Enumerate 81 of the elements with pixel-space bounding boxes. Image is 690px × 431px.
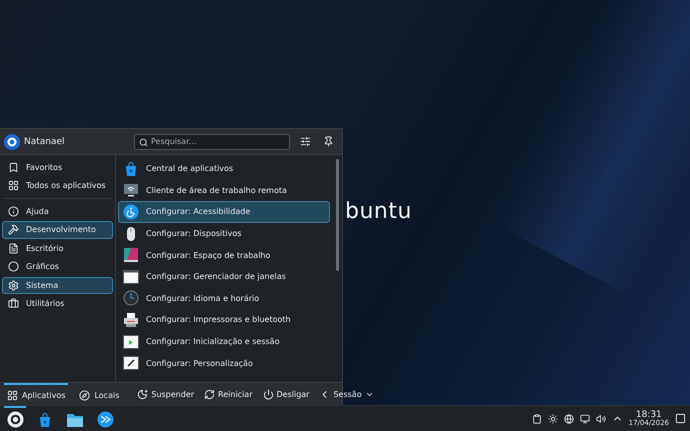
app-label: Central de aplicativos [146,164,234,174]
category-item[interactable]: Favoritos [2,158,113,176]
info-icon [8,206,19,217]
avatar-icon [4,134,20,150]
category-item[interactable]: Sistema [2,276,113,294]
search-icon [139,138,148,146]
clock-time[interactable]: 18:31 [636,410,662,420]
app-item[interactable]: Configurar: Personalização [118,352,330,374]
pen-window-icon [123,355,139,372]
compass-icon [79,390,90,400]
category-item[interactable]: Ajuda [2,202,113,220]
gear-logo-icon [6,411,24,428]
app-label: Configurar: Personalização [146,358,253,368]
moon-icon [137,388,148,400]
window-icon [123,268,139,285]
category-label: Favoritos [26,162,62,172]
power-button[interactable]: Reiniciar [201,388,256,400]
app-label: Configurar: Gerenciador de janelas [146,272,286,282]
app-item[interactable]: Configurar: Gerenciador de janelas [118,266,330,288]
app-label: Configurar: Impressoras e bluetooth [146,315,291,324]
category-item[interactable]: Desenvolvimento [2,221,113,238]
app-item[interactable]: Central de aplicativos [118,158,330,180]
app-label: Configurar: Espaço de trabalho [146,250,270,260]
folder-icon [66,412,84,428]
toolbox-icon [8,298,19,310]
clock-icon [123,290,139,306]
show-desktop-icon[interactable] [675,413,686,424]
category-label: Ajuda [26,206,49,216]
app-item[interactable]: Configurar: Inicialização e sessão [118,330,330,352]
gear-icon [8,280,19,291]
user-name: Natanael [24,136,66,146]
category-label: Gráficos [26,262,59,272]
remote-desktop-icon [123,182,139,198]
power-icon [262,388,274,400]
power-button[interactable]: Sessão [316,388,377,400]
power-button[interactable]: Desligar [260,388,312,400]
launcher-tab[interactable]: Locais [76,382,122,405]
app-item[interactable]: Cliente de área de trabalho remota [118,180,330,202]
restart-icon [204,388,216,400]
app-label: Configurar: Acessibilidade [146,207,250,216]
document-icon [8,242,19,254]
brightness-icon[interactable] [548,414,558,424]
app-item[interactable]: Configurar: Espaço de trabalho [118,244,330,266]
bookmark-icon [8,162,19,173]
printer-icon [123,312,139,328]
category-label: Escritório [26,244,64,253]
remote-icon [96,411,114,428]
app-label: Cliente de área de trabalho remota [146,186,287,195]
category-label: Sistema [26,280,58,290]
workspace-icon [123,247,139,264]
app-label: Configurar: Idioma e horário [146,294,260,303]
wallpaper-logo-text: buntu [345,201,412,223]
grid-icon [7,390,18,400]
hammer-icon [8,224,19,236]
category-label: Utilitários [26,299,64,308]
category-item[interactable]: Todos os aplicativos [2,177,113,194]
app-item[interactable]: Configurar: Impressoras e bluetooth [118,309,330,331]
shopping-bag-icon [123,160,139,177]
power-button[interactable]: Suspender [134,388,198,400]
app-item[interactable]: Configurar: Acessibilidade [118,201,330,223]
app-label: Configurar: Dispositivos [146,229,242,238]
settings-button[interactable] [298,134,313,149]
scrollbar-thumb[interactable] [336,159,339,271]
clipboard-icon[interactable] [532,414,542,424]
category-item[interactable]: Escritório [2,240,113,257]
app-label: Configurar: Inicialização e sessão [146,337,280,346]
grid-icon [8,180,19,192]
category-label: Todos os aplicativos [26,181,106,190]
search-field[interactable]: Pesquisar... [134,134,290,150]
app-item[interactable]: Configurar: Idioma e horário [118,288,330,310]
accessibility-icon [123,204,139,220]
volume-icon[interactable] [596,414,606,424]
category-item[interactable]: Utilitários [2,295,113,312]
play-window-icon [123,334,139,350]
category-item[interactable]: Gráficos [2,258,113,276]
category-label: Desenvolvimento [26,225,96,234]
globe-icon[interactable] [564,414,574,424]
shopping-bag-icon [37,412,53,428]
circle-icon [8,261,19,272]
app-item[interactable]: Configurar: Dispositivos [118,222,330,244]
network-icon[interactable] [580,414,590,424]
